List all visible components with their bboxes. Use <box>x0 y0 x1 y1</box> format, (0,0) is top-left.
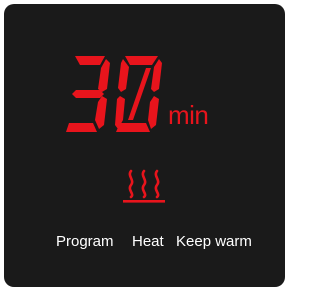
mode-label-keep-warm[interactable]: Keep warm <box>176 233 252 250</box>
mode-labels: Program Heat Keep warm <box>4 233 285 255</box>
seven-segment-digit-0 <box>115 56 162 132</box>
seven-segment-digit-3 <box>66 56 110 132</box>
control-panel-display: min Program Heat Keep warm <box>4 4 285 287</box>
mode-label-program[interactable]: Program <box>56 233 114 250</box>
timer-digits <box>66 56 162 132</box>
timer-unit-label: min <box>168 100 209 130</box>
mode-label-heat[interactable]: Heat <box>132 233 164 250</box>
heat-waves-icon <box>123 169 165 203</box>
